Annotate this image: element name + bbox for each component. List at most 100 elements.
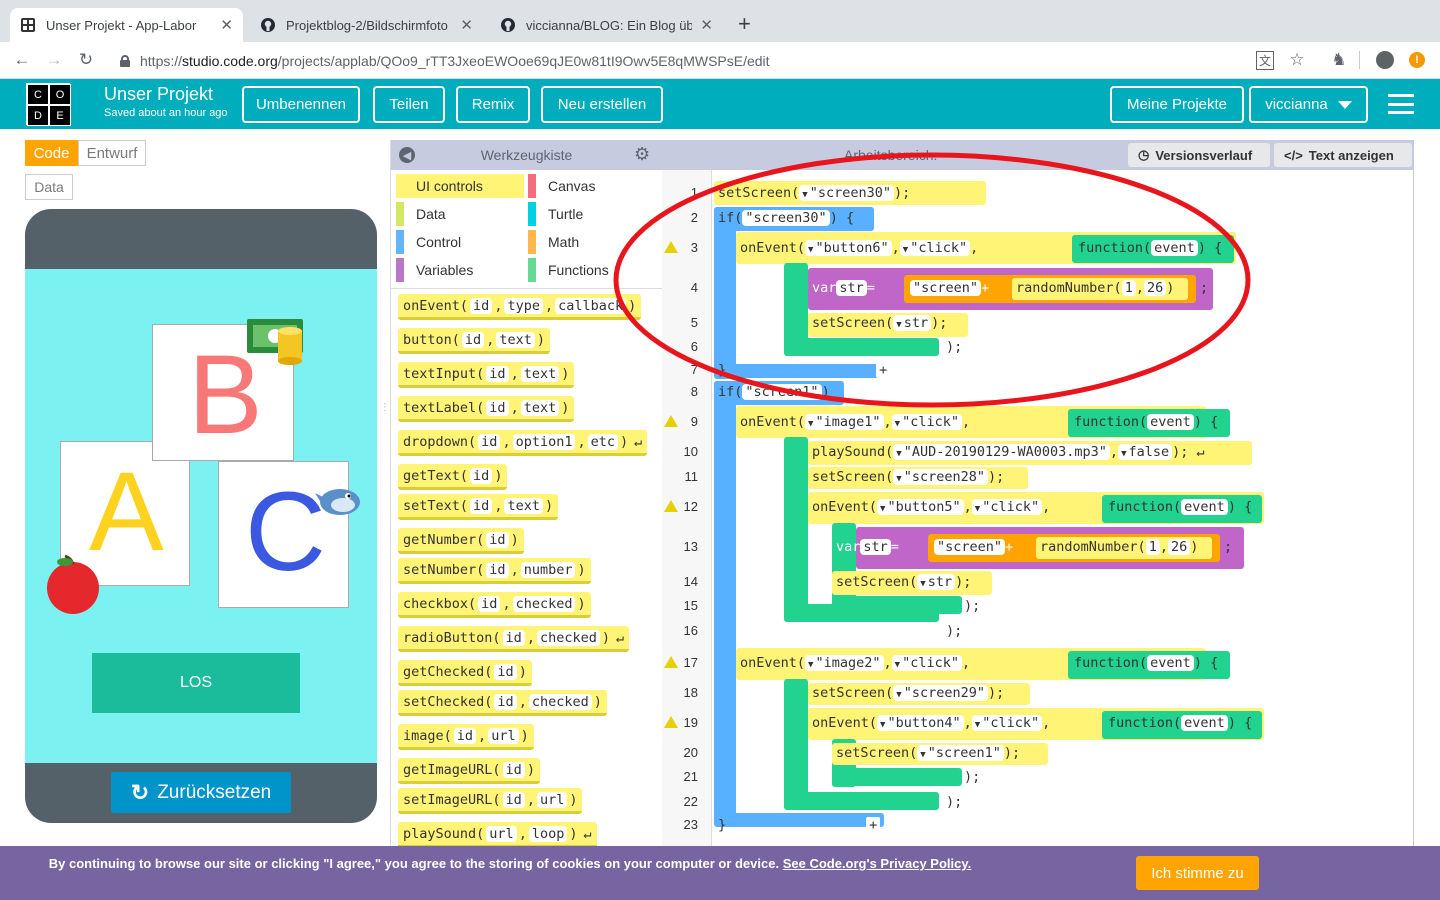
hamburger-menu-icon[interactable]: [1388, 94, 1414, 114]
app-screen[interactable]: A B C LOS: [25, 269, 377, 763]
code-line-2[interactable]: if ("screen30") {: [718, 206, 854, 230]
code-line-14[interactable]: setScreen(▼ str);: [836, 570, 971, 594]
code-line-13[interactable]: var str =: [836, 535, 899, 559]
code-line-4-rand[interactable]: randomNumber(1, 26): [1016, 276, 1174, 300]
function-body[interactable]: [784, 437, 808, 617]
collapse-icon[interactable]: ◀: [399, 147, 415, 163]
reload-icon[interactable]: ↻: [74, 48, 98, 72]
function-end[interactable]: [784, 338, 939, 356]
toolbox-block-textLabel[interactable]: textLabel(id, text): [398, 396, 575, 422]
category-turtle[interactable]: Turtle: [528, 202, 660, 226]
code-line-17[interactable]: onEvent(▼ "image2", ▼ "click",: [740, 651, 970, 675]
user-menu[interactable]: viccianna: [1249, 86, 1368, 123]
code-line-21-end[interactable]: );: [964, 765, 980, 789]
code-line-13-end[interactable]: ;: [1224, 535, 1232, 559]
code-line-17-fn[interactable]: function(event) {: [1074, 651, 1218, 675]
forward-icon[interactable]: →: [42, 48, 66, 72]
code-line-4-concat[interactable]: "screen" +: [910, 276, 989, 300]
screen-dropdown[interactable]: ▼ "screen28": [893, 469, 988, 485]
cookie-agree-button[interactable]: Ich stimme zu: [1136, 856, 1259, 890]
toolbox-block-textInput[interactable]: textInput(id, text): [398, 362, 575, 388]
back-icon[interactable]: ←: [10, 48, 34, 72]
toolbox-block-checkbox[interactable]: checkbox(id, checked): [398, 592, 591, 618]
code-line-1[interactable]: setScreen(▼ "screen30");: [718, 181, 910, 205]
code-line-9-fn[interactable]: function(event) {: [1074, 410, 1218, 434]
id-dropdown[interactable]: ▼ "button4": [877, 715, 964, 731]
toolbox-block-getNumber[interactable]: getNumber(id): [398, 528, 524, 554]
browser-tab[interactable]: Projektblog-2/Bildschirmfoto 2 ✕: [250, 8, 483, 42]
code-line-4-end[interactable]: ;: [1200, 276, 1208, 300]
code-line-4[interactable]: var str =: [812, 276, 875, 300]
los-button[interactable]: LOS: [92, 653, 300, 713]
extension-icon[interactable]: ♞: [1327, 48, 1351, 72]
category-control[interactable]: Control: [396, 230, 528, 254]
code-line-3[interactable]: onEvent(▼ "button6", ▼ "click",: [740, 236, 978, 260]
translate-icon[interactable]: 文: [1253, 48, 1277, 72]
code-mode-button[interactable]: Code: [25, 140, 78, 166]
if-block-body[interactable]: [714, 381, 736, 817]
toolbox-block-getImageURL[interactable]: getImageURL(id): [398, 758, 540, 784]
code-line-20[interactable]: setScreen(▼ "screen1");: [836, 741, 1020, 765]
code-line-19[interactable]: onEvent(▼ "button4", ▼ "click",: [812, 711, 1050, 735]
code-line-3-fn[interactable]: function(event) {: [1078, 236, 1222, 260]
toolbox-block-button[interactable]: button(id, text): [398, 328, 550, 354]
function-end[interactable]: [832, 768, 962, 786]
code-line-5[interactable]: setScreen(▼ str);: [812, 311, 947, 335]
event-dropdown[interactable]: ▼ "click": [971, 499, 1043, 515]
close-icon[interactable]: ✕: [220, 16, 233, 34]
function-end[interactable]: [832, 596, 962, 614]
profile-icon[interactable]: [1373, 48, 1397, 72]
browser-tab[interactable]: viccianna/BLOG: Ein Blog über ✕: [490, 8, 723, 42]
category-variables[interactable]: Variables: [396, 258, 528, 282]
code-logo[interactable]: C O D E: [26, 83, 71, 126]
reset-button[interactable]: ↻ Zurücksetzen: [111, 772, 291, 813]
id-dropdown[interactable]: ▼ "image2": [805, 655, 884, 671]
toolbox-block-setNumber[interactable]: setNumber(id, number): [398, 558, 591, 584]
code-line-23[interactable]: } +: [718, 813, 881, 837]
category-ui-controls[interactable]: UI controls: [396, 174, 524, 198]
event-dropdown[interactable]: ▼ "click": [899, 240, 971, 256]
event-dropdown[interactable]: ▼ "click": [971, 715, 1043, 731]
screen-dropdown[interactable]: ▼ "screen30": [799, 185, 894, 201]
code-line-22-end[interactable]: );: [946, 790, 962, 814]
var-dropdown[interactable]: ▼ str: [917, 574, 956, 590]
toolbox-block-radioButton[interactable]: radioButton(id, checked) ↵: [398, 626, 630, 652]
resize-handle[interactable]: ⋮: [380, 403, 390, 427]
id-dropdown[interactable]: ▼ "button5": [877, 499, 964, 515]
toolbox-block-getText[interactable]: getText(id): [398, 464, 508, 490]
my-projects-button[interactable]: Meine Projekte: [1110, 86, 1244, 123]
new-tab-button[interactable]: +: [738, 13, 751, 35]
event-dropdown[interactable]: ▼ "click": [891, 414, 962, 430]
code-line-8[interactable]: if ("screen1"): [718, 380, 830, 404]
code-line-15-end[interactable]: );: [964, 594, 980, 618]
function-end[interactable]: [784, 792, 939, 810]
code-line-7[interactable]: } +: [718, 358, 891, 382]
code-line-12[interactable]: onEvent(▼ "button5", ▼ "click",: [812, 495, 1050, 519]
update-icon[interactable]: !: [1405, 48, 1429, 72]
function-body[interactable]: [784, 679, 808, 809]
new-project-button[interactable]: Neu erstellen: [541, 86, 663, 123]
category-math[interactable]: Math: [528, 230, 660, 254]
toolbox-block-image[interactable]: image(id, url): [398, 724, 534, 750]
code-area[interactable]: setScreen(▼ "screen30"); if ("screen30") {…: [662, 140, 1414, 846]
category-canvas[interactable]: Canvas: [528, 174, 660, 198]
bool-dropdown[interactable]: ▼ false: [1118, 444, 1173, 460]
data-button[interactable]: Data: [25, 174, 73, 200]
design-mode-button[interactable]: Entwurf: [78, 140, 146, 166]
screen-dropdown[interactable]: ▼ "screen1": [917, 745, 1004, 761]
toolbox-block-onEvent[interactable]: onEvent(id, type, callback): [398, 294, 642, 320]
share-button[interactable]: Teilen: [373, 86, 445, 123]
toolbox-block-setChecked[interactable]: setChecked(id, checked): [398, 690, 607, 716]
category-functions[interactable]: Functions: [528, 258, 660, 282]
category-data[interactable]: Data: [396, 202, 528, 226]
screen-dropdown[interactable]: ▼ "screen29": [893, 685, 988, 701]
remix-button[interactable]: Remix: [456, 86, 530, 123]
code-line-12-fn[interactable]: function(event) {: [1108, 495, 1252, 519]
id-dropdown[interactable]: ▼ "button6": [805, 240, 892, 256]
toolbox-block-setText[interactable]: setText(id, text): [398, 494, 559, 520]
gear-icon[interactable]: ⚙: [634, 144, 650, 165]
browser-tab[interactable]: Unser Projekt - App-Labor ✕: [10, 8, 243, 42]
code-line-16-end[interactable]: );: [946, 619, 962, 643]
star-icon[interactable]: ☆: [1285, 48, 1309, 72]
code-line-19-fn[interactable]: function(event) {: [1108, 711, 1252, 735]
